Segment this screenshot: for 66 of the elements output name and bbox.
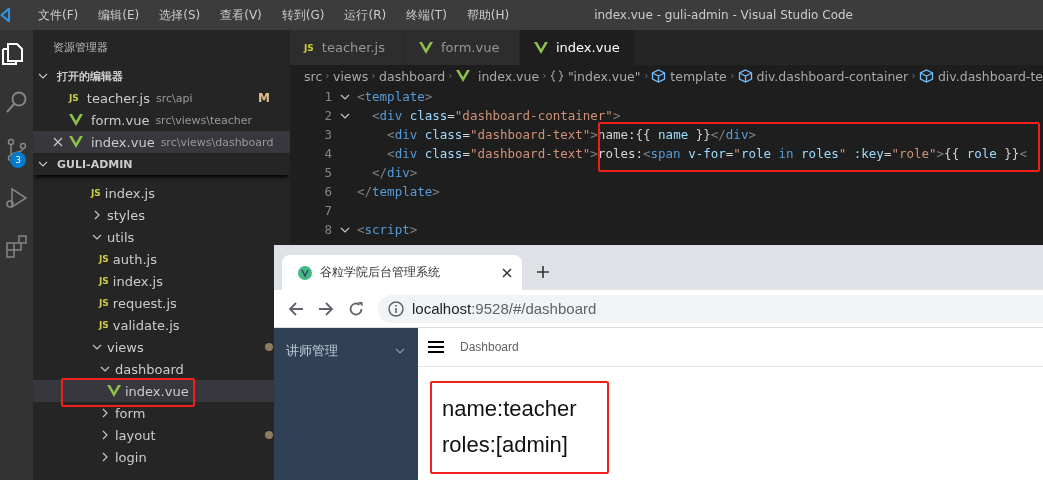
menu-item[interactable]: 文件(F) — [28, 6, 89, 24]
menu-item[interactable]: 帮助(H) — [456, 6, 520, 24]
breadcrumb-item[interactable]: div.dashboard-te — [937, 68, 1043, 84]
address-field[interactable]: localhost:9528/#/dashboard — [378, 294, 1043, 323]
breadcrumb-item[interactable]: src — [304, 68, 323, 84]
code-line: <template> — [357, 89, 433, 104]
menu-item[interactable]: 编辑(E) — [88, 6, 150, 24]
line-number: 6 — [323, 184, 332, 199]
js-file-icon: JS — [99, 276, 109, 286]
open-editor-item[interactable]: JS teacher.js src\api M — [33, 87, 290, 109]
section-title: GULI-ADMIN — [57, 157, 133, 171]
tree-item[interactable]: login — [33, 446, 274, 468]
js-file-icon: JS — [69, 93, 79, 103]
tree-item[interactable]: JS auth.js — [33, 248, 274, 270]
tree-item[interactable]: JS index.js — [33, 182, 274, 204]
line-number: 5 — [323, 165, 332, 180]
editor-tab[interactable]: form.vue — [405, 30, 520, 65]
tree-item[interactable]: utils — [33, 226, 274, 248]
js-file-icon: JS — [91, 188, 101, 198]
editor-tab[interactable]: JS teacher.js — [290, 30, 405, 65]
breadcrumb-item[interactable]: div.dashboard-container — [756, 68, 909, 84]
tree-item[interactable]: layout — [33, 424, 274, 446]
line-number: 8 — [323, 222, 332, 237]
sidebar-title: 资源管理器 — [52, 40, 109, 56]
tree-item[interactable]: views — [33, 336, 274, 358]
js-file-icon: JS — [99, 320, 109, 330]
line-number: 2 — [323, 108, 332, 123]
editor-tab[interactable]: index.vue — [520, 30, 635, 65]
notification-badge: 3 — [10, 152, 26, 168]
code-line: <script> — [357, 222, 418, 237]
line-number: 3 — [323, 127, 332, 142]
menu-item[interactable]: 终端(T) — [396, 6, 457, 24]
line-number: 7 — [323, 203, 332, 218]
menu-item[interactable]: 选择(S) — [149, 6, 211, 24]
js-file-icon: JS — [99, 298, 109, 308]
open-editor-item[interactable]: form.vue src\views\teacher — [33, 109, 290, 131]
breadcrumb-item[interactable]: index.vue — [477, 68, 540, 84]
tree-item[interactable]: JS index.js — [33, 270, 274, 292]
browser-tab[interactable]: 谷粒学院后台管理系统 — [282, 255, 522, 290]
js-file-icon: JS — [99, 254, 109, 264]
code-line: </div> — [371, 165, 418, 180]
menu-item[interactable]: 查看(V) — [210, 6, 272, 24]
breadcrumb-item[interactable]: views — [333, 68, 369, 84]
tree-item[interactable]: styles — [33, 204, 274, 226]
code-line: </template> — [357, 184, 440, 199]
line-number: 1 — [323, 89, 332, 104]
window-title: index.vue - guli-admin - Visual Studio Code — [594, 8, 853, 22]
tree-item[interactable]: dashboard — [33, 358, 274, 380]
section-title: 打开的编辑器 — [57, 68, 123, 84]
breadcrumb-item[interactable]: "index.vue" — [567, 68, 641, 84]
code-line: <div class="dashboard-container"> — [371, 108, 621, 123]
line-number: 4 — [323, 146, 332, 161]
dashboard-text: roles:[admin] — [442, 431, 568, 459]
menu-item[interactable]: 运行(R) — [334, 6, 397, 24]
js-file-icon: JS — [304, 42, 314, 53]
breadcrumb-item[interactable]: dashboard — [379, 68, 446, 84]
tree-item[interactable]: form — [33, 402, 274, 424]
breadcrumb-item[interactable]: template — [670, 68, 727, 84]
tree-item[interactable]: index.vue — [33, 380, 274, 402]
breadcrumb-item[interactable]: Dashboard — [460, 340, 519, 354]
menu-item[interactable]: 转到(G) — [271, 6, 335, 24]
tree-item[interactable]: JS validate.js — [33, 314, 274, 336]
code-line: <div class="dashboard-text">roles:<span v-for="role in roles" :key="role">{{ role }}< — [386, 146, 1027, 161]
open-editor-item[interactable]: index.vue src\views\dashboard — [33, 131, 290, 153]
dashboard-text: name:teacher — [442, 395, 577, 423]
tree-item[interactable]: JS request.js — [33, 292, 274, 314]
